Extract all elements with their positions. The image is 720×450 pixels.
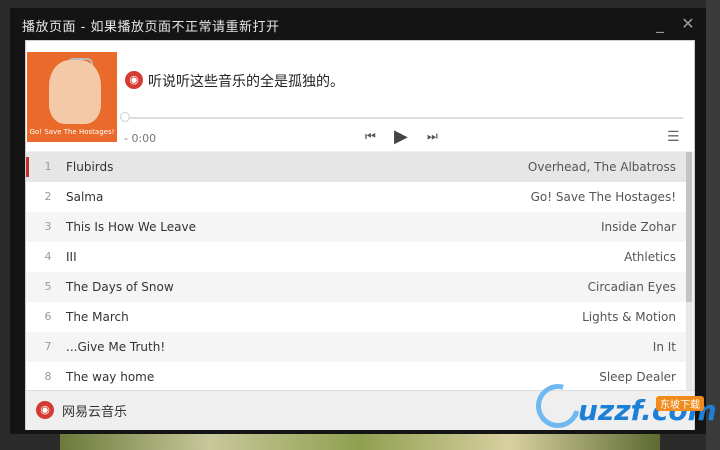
track-number: 8 [44,370,52,383]
playlist-icon[interactable]: ☰ [667,129,680,145]
track-title: III [66,250,77,264]
time-display: - 0:00 [124,132,157,145]
track-row[interactable]: 5 The Days of Snow Circadian Eyes [26,272,686,302]
close-icon[interactable]: ✕ [678,14,698,34]
track-album: Athletics [624,250,676,264]
track-number: 2 [44,190,52,203]
active-indicator [26,157,29,177]
cover-hand-art [49,60,101,124]
player-header: Go! Save The Hostages! ◉ 听说听这些音乐的全是孤独的。 … [26,41,694,151]
track-number: 1 [44,160,52,173]
track-row[interactable]: 3 This Is How We Leave Inside Zohar [26,212,686,242]
track-title: This Is How We Leave [66,220,196,234]
track-row[interactable]: 1 Flubirds Overhead, The Albatross [26,152,686,182]
progress-knob[interactable] [120,112,130,122]
content-panel: Go! Save The Hostages! ◉ 听说听这些音乐的全是孤独的。 … [25,40,695,430]
track-title: ...Give Me Truth! [66,340,166,354]
track-title: The Days of Snow [66,280,174,294]
track-album: Overhead, The Albatross [527,160,676,174]
track-title: The March [66,310,129,324]
cover-text: Go! Save The Hostages! [29,128,115,136]
album-cover[interactable]: Go! Save The Hostages! [27,52,117,142]
player-window: 播放页面 - 如果播放页面不正常请重新打开 _ ✕ Go! Save The H… [10,8,706,434]
track-album: Circadian Eyes [587,280,676,294]
title-bar: 播放页面 - 如果播放页面不正常请重新打开 _ ✕ [10,8,706,40]
track-list: 1 Flubirds Overhead, The Albatross 2 Sal… [26,152,694,390]
track-row[interactable]: 4 III Athletics [26,242,686,272]
prev-icon[interactable]: ⏮ [365,129,376,144]
watermark-badge: 东坡下载 [656,396,704,411]
track-number: 7 [44,340,52,353]
progress-bar[interactable] [126,117,683,119]
track-album: In It [652,340,676,354]
track-number: 6 [44,310,52,323]
track-number: 4 [44,250,52,263]
window-title: 播放页面 - 如果播放页面不正常请重新打开 [22,20,280,35]
watermark: uzzf.com 东坡下载 [527,375,717,438]
track-album: Inside Zohar [601,220,676,234]
track-title: Salma [66,190,104,204]
netease-logo-icon: ◉ [125,71,143,89]
brand-label[interactable]: 网易云音乐 [62,401,127,420]
track-title: Flubirds [66,160,114,174]
scrollbar-thumb[interactable] [686,152,692,302]
track-album: Go! Save The Hostages! [530,190,676,204]
track-row[interactable]: 2 Salma Go! Save The Hostages! [26,182,686,212]
track-number: 3 [44,220,52,233]
track-number: 5 [44,280,52,293]
netease-logo-icon[interactable]: ◉ [36,401,54,419]
play-icon[interactable]: ▶ [394,126,408,147]
track-row[interactable]: 6 The March Lights & Motion [26,302,686,332]
track-album: Lights & Motion [582,310,676,324]
minimize-icon[interactable]: _ [650,14,670,34]
track-row[interactable]: 7 ...Give Me Truth! In It [26,332,686,362]
next-icon[interactable]: ⏭ [427,129,438,144]
track-title: The way home [66,370,155,384]
now-playing-title[interactable]: 听说听这些音乐的全是孤独的。 [148,71,344,91]
